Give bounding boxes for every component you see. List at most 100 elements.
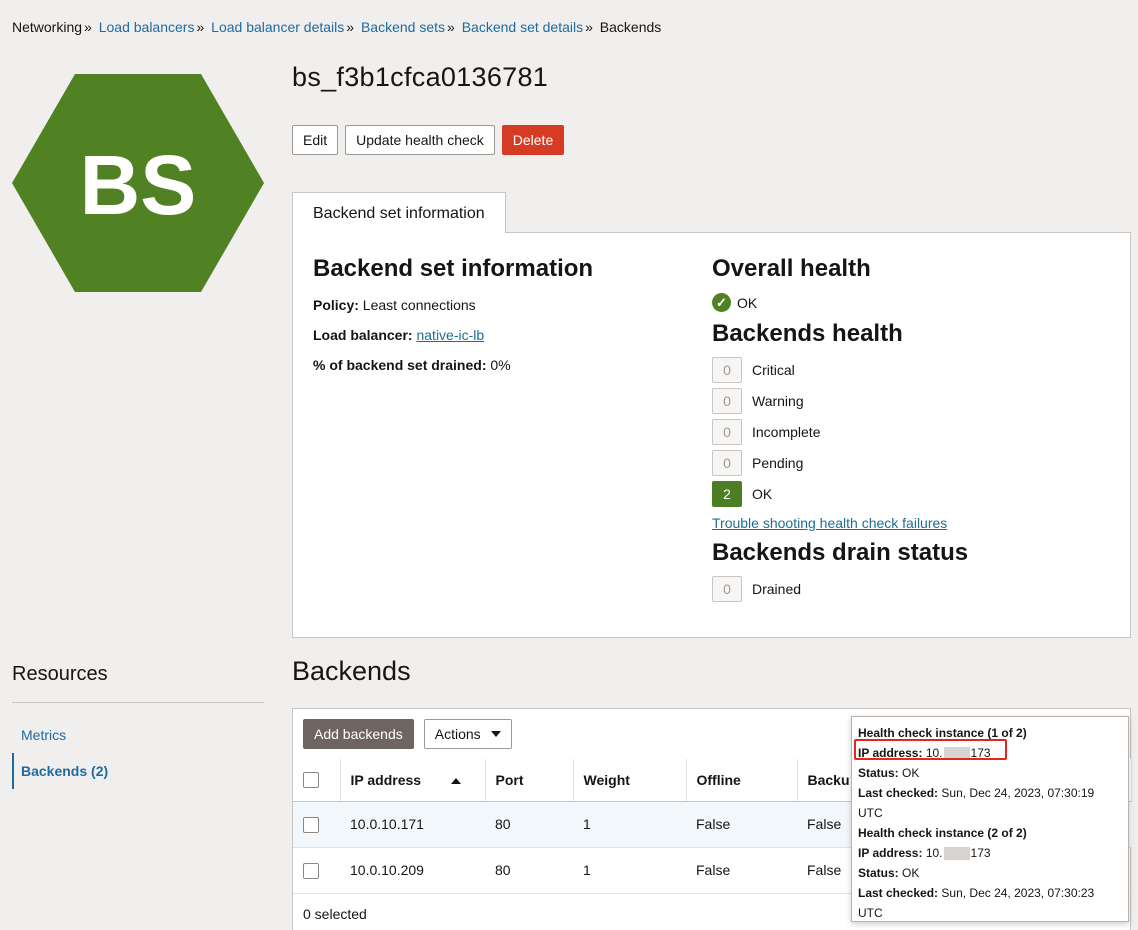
policy-label: Policy:: [313, 297, 359, 313]
breadcrumb-separator: »: [196, 19, 205, 35]
breadcrumb: Networking» Load balancers» Load balance…: [12, 19, 661, 35]
highlight-annotation-box: [854, 739, 1007, 760]
incomplete-label: Incomplete: [752, 423, 821, 440]
troubleshooting-link[interactable]: Trouble shooting health check failures: [712, 515, 1112, 531]
pending-count[interactable]: 0: [712, 449, 742, 476]
breadcrumb-load-balancer-details[interactable]: Load balancer details: [211, 19, 344, 35]
instance-1-title: Health check instance (1 of 2): [858, 726, 1027, 740]
backend-set-hexagon-logo: BS: [12, 74, 264, 292]
column-offline[interactable]: Offline: [686, 759, 798, 802]
overall-health-status-text: OK: [737, 294, 758, 311]
ok-count[interactable]: 2: [712, 480, 742, 507]
cell-offline: False: [686, 801, 797, 848]
drain-status-heading: Backends drain status: [712, 539, 969, 566]
tooltip-instance-1: Health check instance (1 of 2) IP addres…: [858, 723, 1122, 823]
drained-value: 0%: [490, 357, 511, 373]
column-ip-address-label: IP address: [350, 771, 422, 788]
backend-set-info-heading: Backend set information: [313, 255, 594, 282]
overall-health-heading: Overall health: [712, 255, 871, 282]
sort-ascending-icon[interactable]: [451, 778, 462, 785]
sidebar-item-metrics[interactable]: Metrics: [12, 717, 264, 753]
ip-label: IP address:: [858, 846, 923, 860]
tab-backend-set-information[interactable]: Backend set information: [292, 192, 506, 233]
ip-suffix: 173: [970, 846, 991, 860]
drain-row: 0 Drained: [712, 573, 1112, 604]
row-checkbox[interactable]: [303, 862, 319, 879]
backend-set-info-panel: Backend set information Policy: Least co…: [292, 232, 1131, 638]
page-title: bs_f3b1cfca0136781: [292, 62, 549, 92]
redacted-block: [943, 847, 970, 861]
actions-label: Actions: [434, 726, 481, 742]
cell-port: 80: [485, 847, 573, 894]
breadcrumb-backend-set-details[interactable]: Backend set details: [462, 19, 583, 35]
status-label: Status:: [858, 766, 899, 780]
delete-button[interactable]: Delete: [501, 125, 565, 155]
warning-count[interactable]: 0: [712, 387, 742, 414]
cell-ip-address: 10.0.10.209: [340, 847, 485, 894]
cell-offline: False: [686, 847, 797, 894]
policy-field: Policy: Least connections: [313, 297, 693, 313]
resources-divider: [12, 702, 264, 703]
column-weight[interactable]: Weight: [573, 759, 687, 802]
breadcrumb-separator: »: [585, 19, 593, 35]
breadcrumb-load-balancers[interactable]: Load balancers: [99, 19, 195, 35]
timezone: UTC: [858, 906, 883, 920]
tooltip-instance-2: Health check instance (2 of 2) IP addres…: [858, 823, 1122, 923]
sidebar-item-backends[interactable]: Backends (2): [12, 753, 264, 789]
health-row-critical: 0 Critical: [712, 354, 1112, 385]
overall-health-status: ✓ OK: [712, 293, 1112, 312]
breadcrumb-separator: »: [346, 19, 355, 35]
critical-count[interactable]: 0: [712, 356, 742, 383]
cell-port: 80: [485, 801, 573, 848]
drained-status-label: Drained: [752, 580, 802, 597]
last-checked-value: Sun, Dec 24, 2023, 07:30:19: [941, 786, 1095, 800]
column-port[interactable]: Port: [485, 759, 574, 802]
load-balancer-field: Load balancer: native-ic-lb: [313, 327, 693, 343]
select-all-checkbox[interactable]: [303, 772, 319, 789]
row-select-cell: [293, 847, 340, 894]
incomplete-count[interactable]: 0: [712, 418, 742, 445]
cell-weight: 1: [573, 801, 686, 848]
cell-ip-address: 10.0.10.171: [340, 801, 485, 848]
timezone: UTC: [858, 806, 883, 820]
hexagon-initials: BS: [80, 138, 197, 232]
ok-label: OK: [752, 485, 773, 502]
table-toolbar: Add backends Actions: [303, 719, 512, 749]
update-health-check-button[interactable]: Update health check: [345, 125, 495, 155]
breadcrumb-backend-sets[interactable]: Backend sets: [361, 19, 445, 35]
health-row-ok: 2 OK: [712, 478, 1112, 509]
column-ip-address[interactable]: IP address: [340, 759, 486, 802]
actions-dropdown-button[interactable]: Actions: [423, 719, 512, 749]
health-row-pending: 0 Pending: [712, 447, 1112, 478]
backends-health-heading: Backends health: [712, 320, 903, 347]
status-value: OK: [902, 866, 920, 880]
row-select-cell: [293, 801, 340, 848]
warning-label: Warning: [752, 392, 804, 409]
status-label: Status:: [858, 866, 899, 880]
resources-title: Resources: [12, 663, 108, 685]
add-backends-button[interactable]: Add backends: [303, 719, 414, 749]
pending-label: Pending: [752, 454, 804, 471]
critical-label: Critical: [752, 361, 795, 378]
drained-count[interactable]: 0: [712, 575, 742, 602]
row-checkbox[interactable]: [303, 816, 319, 833]
load-balancer-link[interactable]: native-ic-lb: [416, 327, 484, 343]
policy-value: Least connections: [362, 297, 476, 313]
edit-button[interactable]: Edit: [292, 125, 339, 155]
load-balancer-label: Load balancer:: [313, 327, 413, 343]
cell-weight: 1: [573, 847, 686, 894]
last-checked-label: Last checked:: [858, 886, 939, 900]
select-all-header: [293, 759, 341, 802]
chevron-down-icon: [490, 731, 501, 737]
health-column: Overall health ✓ OK Backends health 0 Cr…: [712, 255, 1112, 604]
breadcrumb-current: Backends: [599, 19, 662, 35]
drained-label: % of backend set drained:: [313, 357, 487, 373]
selected-count: 0 selected: [303, 906, 367, 922]
instance-2-title: Health check instance (2 of 2): [858, 826, 1027, 840]
last-checked-value: Sun, Dec 24, 2023, 07:30:23: [941, 886, 1095, 900]
status-value: OK: [902, 766, 920, 780]
health-row-incomplete: 0 Incomplete: [712, 416, 1112, 447]
breadcrumb-separator: »: [447, 19, 455, 35]
header-actions: Edit Update health check Delete: [292, 125, 565, 155]
breadcrumb-networking[interactable]: Networking: [12, 19, 82, 35]
